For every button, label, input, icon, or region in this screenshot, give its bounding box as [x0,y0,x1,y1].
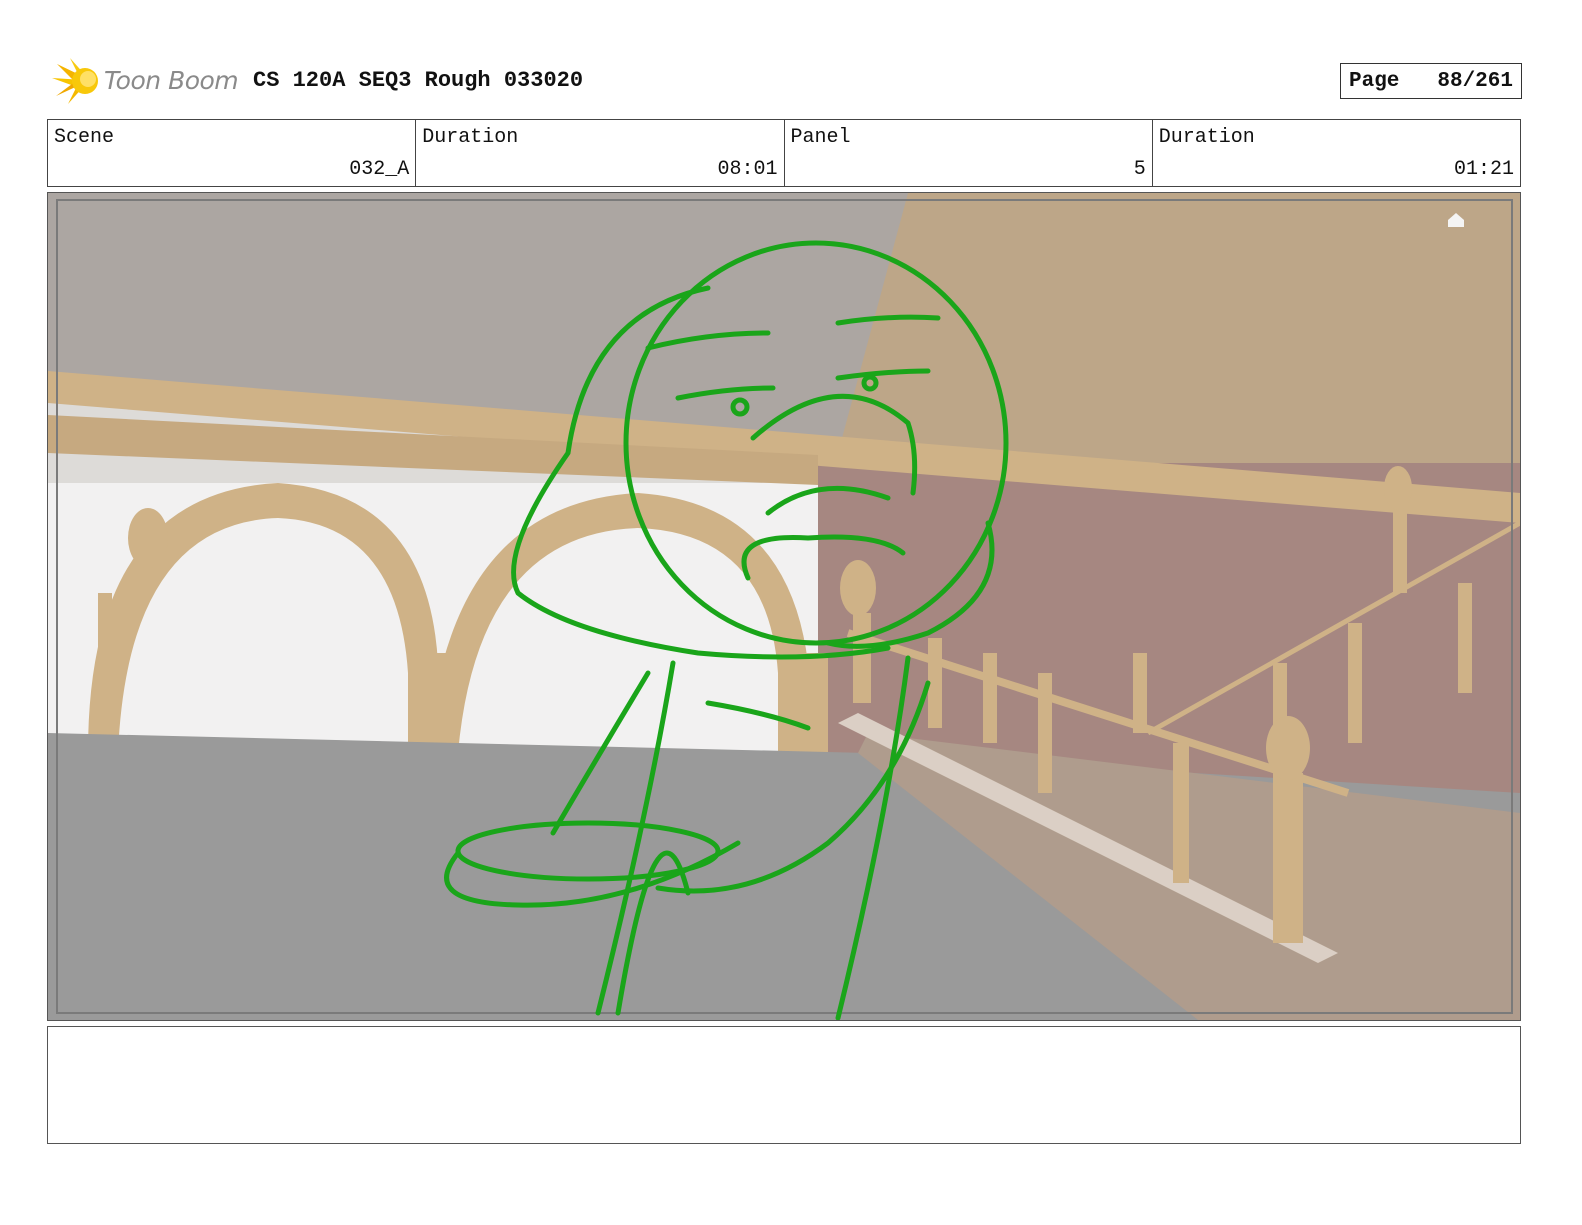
panel-duration-label: Duration [1158,126,1255,149]
panel-duration-value: 01:21 [1453,158,1514,181]
page-number: 88/261 [1437,69,1513,93]
panel-label: Panel [790,126,851,149]
toon-boom-logo: Toon Boom [52,56,242,106]
storyboard-header: Toon Boom CS 120A SEQ3 Rough 033020 Page… [52,56,1522,106]
scene-label: Scene [54,126,115,149]
brand-name: Toon Boom [104,66,239,95]
scene-cell: Scene 032_A [48,120,417,186]
project-title: CS 120A SEQ3 Rough 033020 [253,68,584,93]
scene-duration-label: Duration [422,126,519,149]
scene-duration-cell: Duration 08:01 [416,120,785,186]
panel-cell: Panel 5 [785,120,1153,186]
page-label: Page [1349,69,1400,93]
scene-duration-value: 08:01 [717,158,778,181]
panel-duration-cell: Duration 01:21 [1153,120,1520,186]
wash-overlay [48,193,1520,1020]
panel-artwork [48,193,1520,1020]
scene-value: 032_A [349,158,410,181]
panel-value: 5 [1133,158,1146,181]
panel-notes [47,1026,1521,1144]
page-indicator: Page 88/261 [1340,63,1522,99]
starburst-icon [52,58,98,104]
scene-info-table: Scene 032_A Duration 08:01 Panel 5 Durat… [47,119,1521,187]
storyboard-panel [47,192,1521,1021]
